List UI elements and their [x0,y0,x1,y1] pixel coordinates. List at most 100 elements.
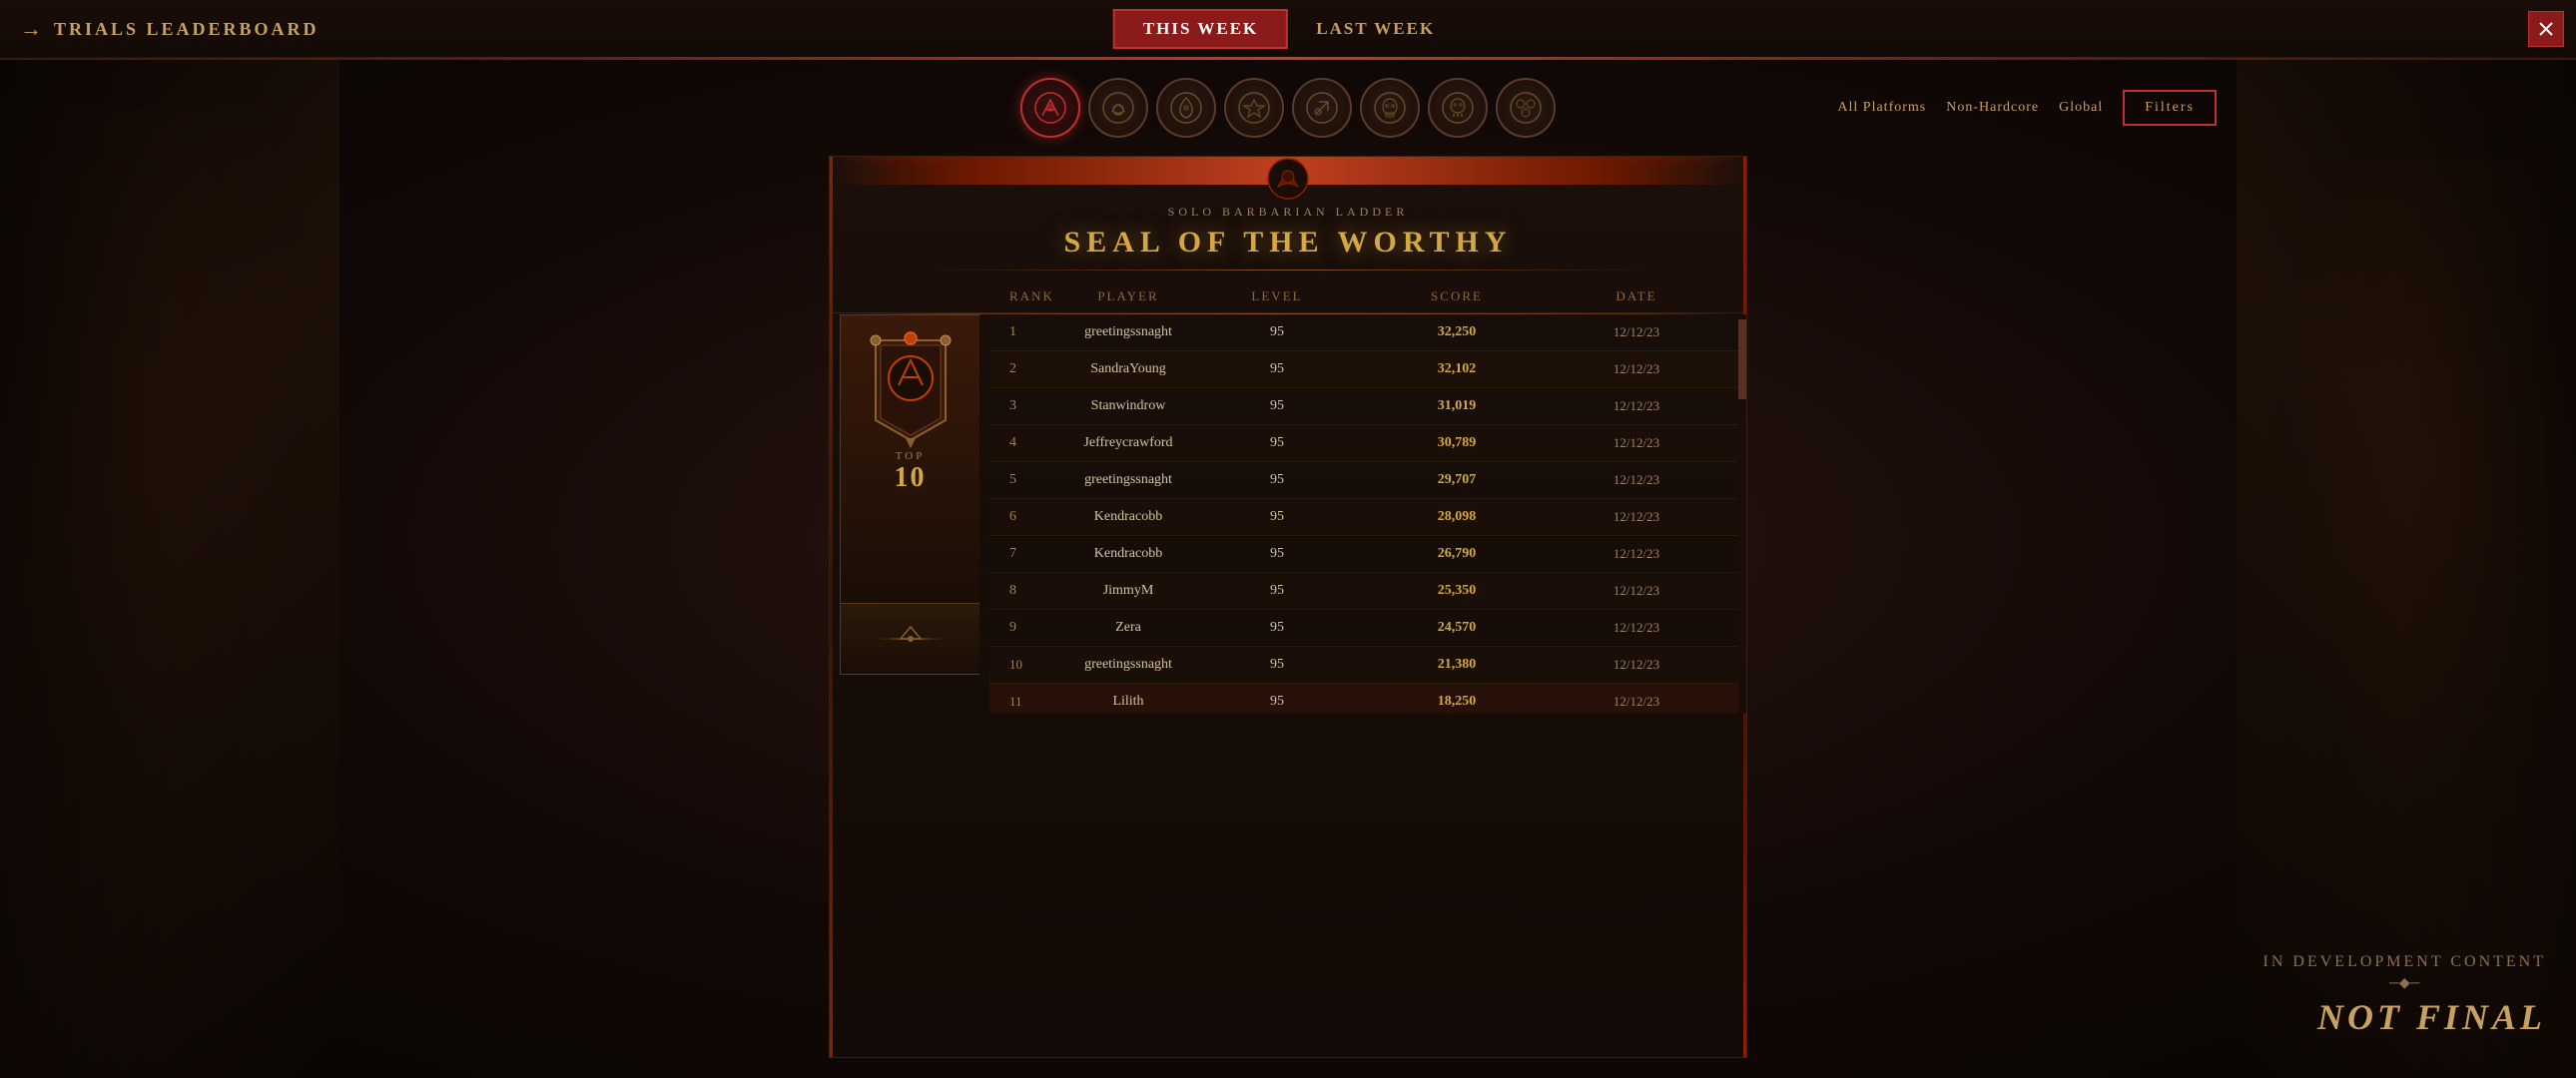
row-rank-1: 1 [1009,324,1069,340]
row-date: 12/12/23 [1547,324,1726,340]
scrollbar-thumb[interactable] [1738,319,1746,399]
row-score: 25,350 [1367,583,1547,599]
last-week-tab[interactable]: LAST WEEK [1288,9,1463,49]
row-player: greetingssnaght [1069,657,1187,673]
table-row[interactable]: 9Zera9524,57012/12/23 [989,610,1746,647]
row-date: 12/12/23 [1547,583,1726,599]
row-rank-4: 4 [1009,435,1069,451]
row-level: 95 [1187,435,1367,451]
week-tab-group: THIS WEEK LAST WEEK [1113,0,1463,58]
row-player: Stanwindrow [1069,398,1187,414]
row-player: greetingssnaght [1069,472,1187,488]
ladder-title: SEAL OF THE WORTHY [830,226,1746,260]
class-icon-skull1[interactable] [1360,78,1420,138]
table-row[interactable]: 4Jeffreycrawford9530,78912/12/23 [989,425,1746,462]
table-row[interactable]: 11Lilith9518,25012/12/23 [989,684,1746,714]
badge-number: 10 [895,462,927,494]
row-level: 95 [1187,583,1367,599]
table-row[interactable]: 10greetingssnaght9521,38012/12/23 [989,647,1746,684]
row-level: 95 [1187,361,1367,377]
table-row[interactable]: 5greetingssnaght9529,70712/12/23 [989,462,1746,499]
rows-column[interactable]: 1greetingssnaght9532,25012/12/232SandraY… [989,314,1746,714]
nav-arrow-icon: → [20,16,42,42]
mode-filter[interactable]: Non-Hardcore [1946,100,2039,116]
table-row[interactable]: 2SandraYoung9532,10212/12/23 [989,351,1746,388]
row-level: 95 [1187,620,1367,636]
row-rank-11: 11 [1009,694,1069,710]
filters-button[interactable]: Filters [2123,90,2217,126]
row-level: 95 [1187,546,1367,562]
class-icon-druid[interactable] [1156,78,1216,138]
table-row[interactable]: 6Kendracobb9528,09812/12/23 [989,499,1746,536]
row-rank-9: 9 [1009,620,1069,636]
row-player: Kendracobb [1069,509,1187,525]
row-player: Zera [1069,620,1187,636]
scope-filter[interactable]: Global [2059,100,2103,116]
row-date: 12/12/23 [1547,398,1726,414]
table-row[interactable]: 8JimmyM9525,35012/12/23 [989,573,1746,610]
row-player: SandraYoung [1069,361,1187,377]
table-header: Rank Player Level Score Date [830,280,1746,313]
class-icon-multiclass[interactable] [1496,78,1556,138]
row-level: 95 [1187,324,1367,340]
row-rank-5: 5 [1009,472,1069,488]
row-date: 12/12/23 [1547,435,1726,451]
left-character-area [0,60,339,1078]
row-rank-6: 6 [1009,509,1069,525]
row-score: 18,250 [1367,694,1547,710]
left-char-overlay [0,60,339,1078]
class-icon-sorceress[interactable] [1224,78,1284,138]
dev-watermark: IN DEVELOPMENT CONTENT ─◆─ NOT FINAL [2263,953,2546,1038]
row-score: 21,380 [1367,657,1547,673]
row-score: 31,019 [1367,398,1547,414]
class-icon-necromancer[interactable] [1088,78,1148,138]
fire-decoration [830,157,1746,185]
row-date: 12/12/23 [1547,509,1726,525]
row-rank-7: 7 [1009,546,1069,562]
row-date: 12/12/23 [1547,694,1726,710]
not-final-label: NOT FINAL [2263,996,2546,1038]
table-body-container: TOP 10 1greetingssnaght9532, [830,314,1746,714]
nav-title-area: → TRIALS LEADERBOARD [0,16,320,42]
col-date: Date [1547,288,1726,304]
close-button[interactable] [2528,11,2564,47]
class-icon-barbarian[interactable] [1020,78,1080,138]
table-row[interactable]: 3Stanwindrow9531,01912/12/23 [989,388,1746,425]
row-player: Kendracobb [1069,546,1187,562]
top-bar: → TRIALS LEADERBOARD THIS WEEK LAST WEEK [0,0,2576,60]
dev-ornament: ─◆─ [2263,975,2546,992]
dev-content-label: IN DEVELOPMENT CONTENT [2263,953,2546,971]
row-player: Jeffreycrawford [1069,435,1187,451]
scrollbar-track[interactable] [1738,314,1746,714]
row-player: Lilith [1069,694,1187,710]
row-rank-10: 10 [1009,657,1069,673]
row-level: 95 [1187,398,1367,414]
badge-column: TOP 10 [830,314,989,714]
right-character-area [2237,60,2576,1078]
class-icon-skull2[interactable] [1428,78,1488,138]
row-score: 30,789 [1367,435,1547,451]
this-week-tab[interactable]: THIS WEEK [1113,9,1288,49]
row-score: 24,570 [1367,620,1547,636]
table-row[interactable]: 7Kendracobb9526,79012/12/23 [989,536,1746,573]
platform-filter[interactable]: All Platforms [1837,100,1926,116]
table-row[interactable]: 1greetingssnaght9532,25012/12/23 [989,314,1746,351]
right-char-overlay [2237,60,2576,1078]
class-icon-rogue[interactable] [1292,78,1352,138]
filter-section: All Platforms Non-Hardcore Global Filter… [1837,90,2217,126]
row-level: 95 [1187,472,1367,488]
col-level: Level [1187,288,1367,304]
row-player: JimmyM [1069,583,1187,599]
badge-bottom-icon [871,619,951,659]
top10-badge: TOP 10 [840,314,979,604]
row-level: 95 [1187,509,1367,525]
main-content: All Platforms Non-Hardcore Global Filter… [339,60,2237,1078]
row-score: 28,098 [1367,509,1547,525]
row-player: greetingssnaght [1069,324,1187,340]
col-rank: Rank [1009,288,1069,304]
row-rank-8: 8 [1009,583,1069,599]
class-icons-row: All Platforms Non-Hardcore Global Filter… [339,60,2237,156]
row-date: 12/12/23 [1547,620,1726,636]
row-date: 12/12/23 [1547,657,1726,673]
row-level: 95 [1187,657,1367,673]
